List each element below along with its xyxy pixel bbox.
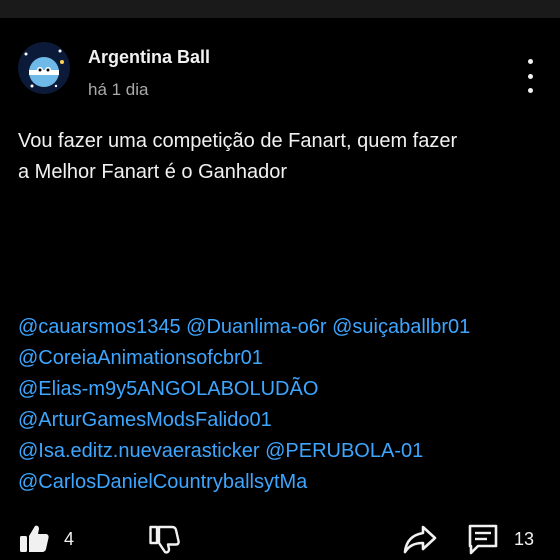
avatar[interactable] (18, 42, 70, 94)
avatar-image (18, 42, 70, 94)
mention-line: @CoreiaAnimationsofcbr01 (18, 343, 548, 374)
mention-link[interactable]: @Elias-m9y5ANGOLABOLUDÃO (18, 378, 318, 400)
post-time: há 1 dia (88, 80, 149, 99)
mention-link[interactable]: @CarlosDanielCountryballsytMa (18, 471, 307, 493)
comment-button[interactable]: 13 (466, 518, 534, 560)
mentions-block: @cauarsmos1345 @Duanlima-o6r @suiçaballb… (18, 312, 548, 498)
post-text: Vou fazer uma competição de Fanart, quem… (18, 126, 543, 188)
dislike-button[interactable] (148, 518, 180, 560)
action-bar: 4 13 (0, 518, 560, 560)
like-button[interactable]: 4 (18, 518, 74, 560)
mention-link[interactable]: @CoreiaAnimationsofcbr01 (18, 347, 263, 369)
mention-link[interactable]: @Isa.editz.nuevaerasticker (18, 440, 260, 462)
post-header: Argentina Ball há 1 dia (18, 42, 542, 106)
post-text-line: a Melhor Fanart é o Ganhador (18, 161, 288, 183)
share-button[interactable] (402, 518, 438, 560)
mention-line: @cauarsmos1345 @Duanlima-o6r @suiçaballb… (18, 312, 548, 343)
mention-line: @Elias-m9y5ANGOLABOLUDÃO (18, 374, 548, 405)
like-count: 4 (64, 528, 75, 549)
comment-icon (468, 524, 498, 555)
thumbs-up-icon (20, 525, 49, 552)
thumbs-down-icon (149, 525, 180, 554)
more-vert-icon[interactable] (518, 59, 542, 93)
mention-link[interactable]: @PERUBOLA-01 (265, 440, 423, 462)
mention-link[interactable]: @Duanlima-o6r (186, 316, 326, 338)
mention-link[interactable]: @cauarsmos1345 (18, 316, 181, 338)
mention-link[interactable]: @ArturGamesModsFalido01 (18, 409, 272, 431)
mention-line: @Isa.editz.nuevaerasticker @PERUBOLA-01 (18, 436, 548, 467)
mention-line: @ArturGamesModsFalido01 (18, 405, 548, 436)
top-divider (0, 0, 560, 18)
comment-count: 13 (514, 528, 535, 549)
mention-link[interactable]: @suiçaballbr01 (332, 316, 470, 338)
mention-line: @CarlosDanielCountryballsytMa (18, 467, 548, 498)
post-text-line: Vou fazer uma competição de Fanart, quem… (18, 130, 458, 152)
share-arrow-icon (403, 525, 437, 554)
author-name[interactable]: Argentina Ball (88, 47, 210, 68)
